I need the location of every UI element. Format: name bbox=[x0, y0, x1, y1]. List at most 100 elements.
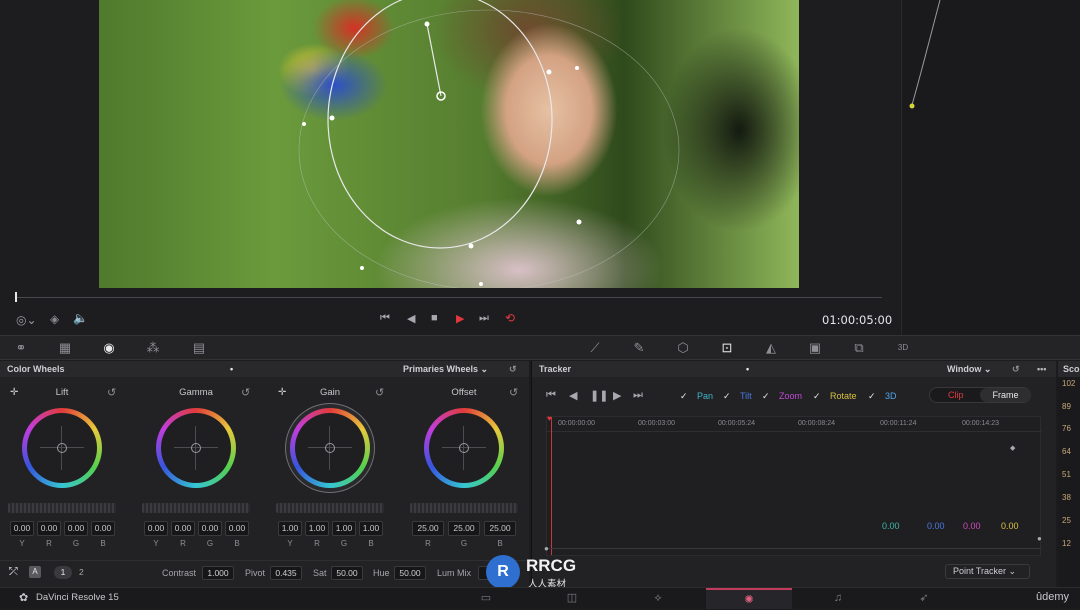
picker-icon[interactable]: ✛ bbox=[10, 387, 18, 398]
tab-fairlight[interactable]: ♫ bbox=[795, 588, 881, 609]
rotate-label: Rotate bbox=[830, 391, 857, 401]
3d-icon[interactable]: 3D bbox=[894, 340, 912, 356]
play-icon[interactable]: ▶ bbox=[456, 312, 464, 325]
page-1-button[interactable]: 1 bbox=[54, 566, 72, 579]
gamma-y-value[interactable]: 0.00 bbox=[144, 521, 168, 536]
vertical-handle-icon[interactable]: ● bbox=[1037, 534, 1042, 543]
reset-gain-icon[interactable]: ↺ bbox=[375, 386, 384, 399]
tracker-playhead-icon[interactable]: ♥ bbox=[547, 414, 552, 423]
sat-field[interactable]: 50.00 bbox=[331, 566, 363, 580]
layers-icon[interactable]: ◈ bbox=[50, 312, 59, 326]
gain-r-value[interactable]: 1.00 bbox=[305, 521, 329, 536]
node-editor[interactable] bbox=[901, 0, 1080, 335]
offset-master-slider[interactable] bbox=[410, 503, 518, 513]
contrast-field[interactable]: 1.000 bbox=[202, 566, 234, 580]
display-mode-icon[interactable]: ◎⌄ bbox=[16, 313, 37, 327]
window-overlay[interactable] bbox=[99, 0, 799, 288]
offset-b-value[interactable]: 25.00 bbox=[484, 521, 516, 536]
gamma-r-value[interactable]: 0.00 bbox=[171, 521, 195, 536]
blur-icon[interactable]: ◭ bbox=[762, 340, 780, 356]
offset-g-value[interactable]: 25.00 bbox=[448, 521, 480, 536]
key-icon[interactable]: ▣ bbox=[806, 340, 824, 356]
color-wheels-icon[interactable]: ◉ bbox=[100, 340, 118, 356]
tracker-mode-select[interactable]: Window ⌄ bbox=[947, 361, 991, 377]
gain-y-value[interactable]: 1.00 bbox=[278, 521, 302, 536]
lift-y-value[interactable]: 0.00 bbox=[10, 521, 34, 536]
gain-g-value[interactable]: 1.00 bbox=[332, 521, 356, 536]
reset-offset-icon[interactable]: ↺ bbox=[509, 386, 518, 399]
hue-field[interactable]: 50.00 bbox=[394, 566, 426, 580]
viewer: ◎⌄ ◈ 🔈 ⏮ ◀ ■ ▶ ⏭ ⟲ 01:00:05:00 bbox=[0, 0, 900, 335]
keyframe-marker[interactable]: ◆ bbox=[1010, 444, 1015, 452]
tracker-graph[interactable]: ♥ ◆ bbox=[546, 414, 1042, 556]
motion-effects-icon[interactable]: ▤ bbox=[190, 340, 208, 356]
offset-r-value[interactable]: 25.00 bbox=[412, 521, 444, 536]
lift-r-value[interactable]: 0.00 bbox=[37, 521, 61, 536]
scope-tick: 25 bbox=[1062, 516, 1071, 525]
gamma-master-slider[interactable] bbox=[142, 503, 250, 513]
stop-icon[interactable]: ■ bbox=[431, 312, 438, 324]
tab-fusion[interactable]: ⟡ bbox=[615, 588, 701, 609]
pivot-field[interactable]: 0.435 bbox=[270, 566, 302, 580]
tracker-icon[interactable]: ⊡ bbox=[718, 340, 736, 356]
scope-tick: 89 bbox=[1062, 402, 1071, 411]
options-icon[interactable]: ••• bbox=[1037, 361, 1046, 377]
camera-raw-icon[interactable]: ⚭ bbox=[12, 340, 30, 356]
zoom-handle-icon[interactable]: ● bbox=[544, 544, 549, 553]
gamma-g-value[interactable]: 0.00 bbox=[198, 521, 222, 536]
gain-wheel[interactable] bbox=[290, 408, 370, 488]
rgb-mixer-icon[interactable]: ⁂ bbox=[144, 340, 162, 356]
track-pause-icon[interactable]: ❚❚ bbox=[590, 389, 608, 402]
tracker-scrollbar[interactable] bbox=[546, 548, 1041, 549]
tab-edit[interactable]: ◫ bbox=[529, 588, 615, 609]
offset-wheel[interactable] bbox=[424, 408, 504, 488]
watermark-text: RRCG bbox=[526, 556, 577, 575]
picker-icon[interactable]: ✛ bbox=[278, 387, 286, 398]
tab-media[interactable]: ▭ bbox=[443, 588, 529, 609]
lift-master-slider[interactable] bbox=[8, 503, 116, 513]
volume-icon[interactable]: 🔈 bbox=[73, 311, 88, 325]
curves-icon[interactable]: ⟋ bbox=[586, 340, 604, 356]
tab-color[interactable]: ✺ bbox=[706, 588, 792, 609]
track-reverse-start-icon[interactable]: ⏮ bbox=[546, 389, 556, 402]
rotate-checkbox[interactable]: ✓ bbox=[813, 391, 823, 401]
sizing-icon[interactable]: ⧉ bbox=[850, 340, 868, 356]
reset-tracker-icon[interactable]: ↺ bbox=[1012, 361, 1020, 377]
playhead[interactable] bbox=[15, 292, 17, 302]
viewer-scrubber[interactable] bbox=[0, 290, 900, 306]
gamma-b-value[interactable]: 0.00 bbox=[225, 521, 249, 536]
gain-b-value[interactable]: 1.00 bbox=[359, 521, 383, 536]
auto-a-icon[interactable]: A bbox=[29, 566, 41, 578]
tab-deliver[interactable]: ➶ bbox=[881, 588, 967, 609]
color-match-icon[interactable]: ▦ bbox=[56, 340, 74, 356]
reset-gamma-icon[interactable]: ↺ bbox=[241, 386, 250, 399]
qualifier-icon[interactable]: ✎ bbox=[630, 340, 648, 356]
channel-label: G bbox=[340, 539, 348, 548]
frame-button[interactable]: Frame bbox=[980, 388, 1031, 402]
track-forward-end-icon[interactable]: ⏭ bbox=[633, 389, 643, 402]
reset-all-icon[interactable]: ↺ bbox=[509, 361, 517, 377]
gamma-wheel[interactable] bbox=[156, 408, 236, 488]
prev-frame-icon[interactable]: ◀ bbox=[407, 312, 415, 325]
track-forward-icon[interactable]: ▶ bbox=[613, 389, 621, 402]
first-frame-icon[interactable]: ⏮ bbox=[380, 312, 390, 325]
video-frame[interactable] bbox=[99, 0, 799, 288]
zoom-checkbox[interactable]: ✓ bbox=[762, 391, 772, 401]
primaries-mode-select[interactable]: Primaries Wheels ⌄ bbox=[403, 361, 488, 377]
reset-lift-icon[interactable]: ↺ bbox=[107, 386, 116, 399]
track-reverse-icon[interactable]: ◀ bbox=[569, 389, 577, 402]
last-frame-icon[interactable]: ⏭ bbox=[479, 312, 489, 325]
gain-master-slider[interactable] bbox=[276, 503, 384, 513]
pan-checkbox[interactable]: ✓ bbox=[680, 391, 690, 401]
window-icon[interactable]: ⬡ bbox=[674, 340, 692, 356]
lift-b-value[interactable]: 0.00 bbox=[91, 521, 115, 536]
lift-g-value[interactable]: 0.00 bbox=[64, 521, 88, 536]
loop-icon[interactable]: ⟲ bbox=[505, 311, 515, 325]
point-tracker-select[interactable]: Point Tracker ⌄ bbox=[945, 564, 1030, 579]
3d-checkbox[interactable]: ✓ bbox=[868, 391, 878, 401]
tilt-checkbox[interactable]: ✓ bbox=[723, 391, 733, 401]
auto-balance-icon[interactable]: ⤱ bbox=[9, 566, 18, 579]
lift-wheel[interactable] bbox=[22, 408, 102, 488]
clip-button[interactable]: Clip bbox=[948, 390, 964, 400]
page-2-button[interactable]: 2 bbox=[79, 567, 84, 577]
